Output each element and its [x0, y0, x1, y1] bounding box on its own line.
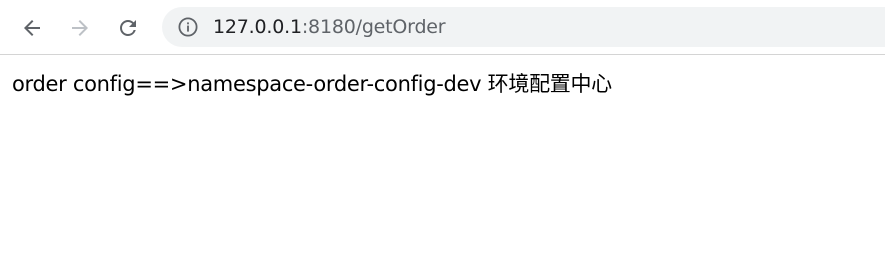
url-host: 127.0.0.1	[213, 16, 302, 38]
forward-button[interactable]	[64, 12, 96, 44]
reload-icon	[120, 20, 136, 36]
page-body-text: order config==>namespace-order-config-de…	[12, 72, 612, 96]
forward-arrow-icon	[72, 20, 88, 36]
info-icon[interactable]	[177, 16, 199, 38]
back-button[interactable]	[16, 12, 48, 44]
url-text[interactable]: 127.0.0.1:8180/getOrder	[213, 16, 446, 38]
browser-toolbar: 127.0.0.1:8180/getOrder	[0, 0, 885, 55]
reload-button[interactable]	[112, 12, 144, 44]
back-arrow-icon	[24, 20, 40, 36]
url-path: :8180/getOrder	[301, 16, 446, 38]
address-bar[interactable]: 127.0.0.1:8180/getOrder	[162, 7, 885, 47]
